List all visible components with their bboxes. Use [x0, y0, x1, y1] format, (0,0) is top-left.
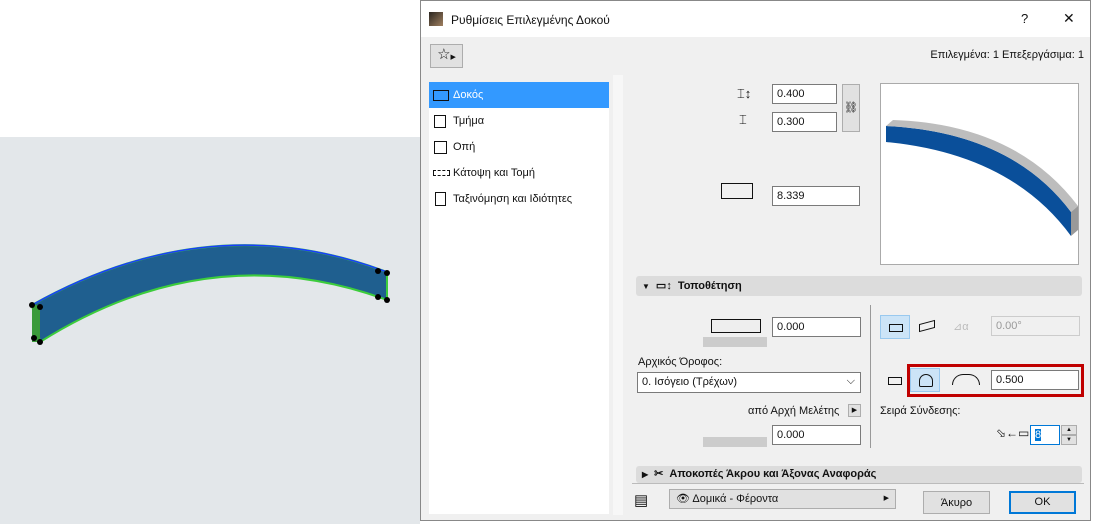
- length-icon: [721, 183, 753, 199]
- layers-icon: ▤: [634, 492, 649, 509]
- segment-icon: [434, 115, 446, 128]
- curved-beam-icon: [919, 374, 933, 387]
- ok-button[interactable]: OK: [1009, 491, 1076, 514]
- slanted-beam-icon: [919, 319, 935, 333]
- home-story-label: Αρχικός Όροφος:: [638, 356, 723, 368]
- horizontal-beam-icon: [889, 324, 903, 332]
- curved-beam-button[interactable]: [910, 368, 940, 392]
- arrow-right-icon: ▶: [883, 495, 889, 502]
- beam-preview: [880, 83, 1079, 265]
- sidebar-panel-list: Δοκός Τμήμα Οπή Κάτοψη και Τομή Ταξινόμη…: [429, 82, 609, 514]
- increment-button[interactable]: ▲: [1061, 425, 1077, 435]
- sidebar-item-label: Τμήμα: [453, 115, 485, 127]
- expand-arrow-icon: ▶: [642, 470, 649, 479]
- floor-icon: [703, 337, 767, 347]
- cancel-button[interactable]: Άκυρο: [923, 491, 990, 514]
- end-cuts-section-header[interactable]: ▶ ✂ Αποκοπές Άκρου και Άξονας Αναφοράς: [636, 466, 1082, 483]
- sidebar-item-label: Ταξινόμηση και Ιδιότητες: [453, 193, 573, 205]
- slanted-beam-button[interactable]: [913, 315, 943, 339]
- arrow-right-icon: ▶: [851, 407, 858, 414]
- select-value: 0. Ισόγειο (Τρέχων): [642, 376, 737, 388]
- width-icon: ⌶: [739, 112, 747, 127]
- decrement-button[interactable]: ▼: [1061, 435, 1077, 445]
- document-icon: [435, 192, 446, 206]
- dialog-title: Ρυθμίσεις Επιλεγμένης Δοκού: [451, 13, 610, 27]
- sidebar-item-beam[interactable]: Δοκός: [429, 82, 609, 108]
- splitter[interactable]: [613, 75, 623, 515]
- sidebar-item-classification[interactable]: Ταξινόμηση και Ιδιότητες: [429, 186, 609, 212]
- link-dimensions-button[interactable]: ⛓: [842, 84, 860, 132]
- offset-icon: [711, 319, 761, 333]
- hole-icon: [434, 141, 447, 154]
- beam-icon: [433, 90, 449, 101]
- input-value: 8: [1035, 429, 1042, 441]
- divider: [870, 305, 871, 448]
- horizontal-beam-button[interactable]: [880, 315, 910, 339]
- chain-link-icon: ⛓: [844, 102, 858, 114]
- beam-3d-view: [0, 0, 420, 524]
- width-input[interactable]: 0.300: [772, 112, 837, 132]
- title-bar: Ρυθμίσεις Επιλεγμένης Δοκού ? ✕: [421, 1, 1090, 37]
- height-icon: ⌶↕: [737, 86, 752, 101]
- straight-beam-button[interactable]: [880, 369, 910, 393]
- app-icon: [429, 12, 443, 26]
- reference-menu-button[interactable]: ▶: [848, 404, 861, 417]
- help-button[interactable]: ?: [1021, 11, 1028, 26]
- layer-select[interactable]: 👁 Δομικά - Φέροντα ▶: [669, 489, 896, 509]
- selection-info: Επιλεγμένα: 1 Επεξεργάσιμα: 1: [930, 49, 1084, 61]
- from-origin-label: από Αρχή Μελέτης: [748, 405, 840, 417]
- placement-section-header[interactable]: ▼ ▭↕ Τοποθέτηση: [636, 276, 1082, 296]
- eye-icon: 👁: [676, 493, 690, 505]
- sidebar-item-label: Κάτοψη και Τομή: [453, 167, 535, 179]
- link-order-icon: ⬂←▭: [996, 426, 1030, 440]
- collapse-arrow-icon: ▼: [642, 282, 650, 291]
- curve-height-icon: [952, 374, 980, 385]
- 3d-viewport[interactable]: [0, 0, 420, 524]
- star-icon: ☆: [437, 46, 451, 63]
- sidebar-item-segment[interactable]: Τμήμα: [429, 108, 609, 134]
- divider: [632, 483, 1084, 484]
- section-title: Τοποθέτηση: [677, 280, 742, 292]
- curve-height-input[interactable]: 0.500: [991, 370, 1079, 390]
- elevation-icon: [703, 437, 767, 447]
- slant-angle-icon: ⊿α: [953, 321, 969, 333]
- height-input[interactable]: 0.400: [772, 84, 837, 104]
- placement-icon: ▭↕: [655, 280, 672, 292]
- sidebar-item-label: Δοκός: [453, 89, 484, 101]
- length-input[interactable]: 8.339: [772, 186, 860, 206]
- chevron-down-icon: ⌵: [846, 375, 855, 387]
- favorites-button[interactable]: ☆▶: [430, 44, 463, 68]
- sidebar-item-hole[interactable]: Οπή: [429, 134, 609, 160]
- elevation-input[interactable]: 0.000: [772, 425, 861, 445]
- sidebar-item-floor-plan-section[interactable]: Κάτοψη και Τομή: [429, 160, 609, 186]
- section-title: Αποκοπές Άκρου και Άξονας Αναφοράς: [669, 468, 877, 480]
- slant-angle-input: 0.00°: [991, 316, 1080, 336]
- link-order-input[interactable]: 8: [1030, 425, 1060, 445]
- link-order-label: Σειρά Σύνδεσης:: [880, 405, 961, 417]
- close-button[interactable]: ✕: [1063, 10, 1075, 27]
- home-story-select[interactable]: 0. Ισόγειο (Τρέχων) ⌵: [637, 372, 861, 393]
- sidebar-item-label: Οπή: [453, 141, 476, 153]
- arrow-right-icon: ▶: [450, 54, 456, 61]
- offset-input[interactable]: 0.000: [772, 317, 861, 337]
- plan-section-icon: [433, 170, 450, 176]
- scissors-icon: ✂: [654, 468, 664, 480]
- straight-beam-icon: [888, 377, 902, 385]
- beam-settings-dialog: Ρυθμίσεις Επιλεγμένης Δοκού ? ✕ ☆▶ Επιλε…: [420, 0, 1091, 521]
- layer-value: Δομικά - Φέροντα: [692, 493, 779, 505]
